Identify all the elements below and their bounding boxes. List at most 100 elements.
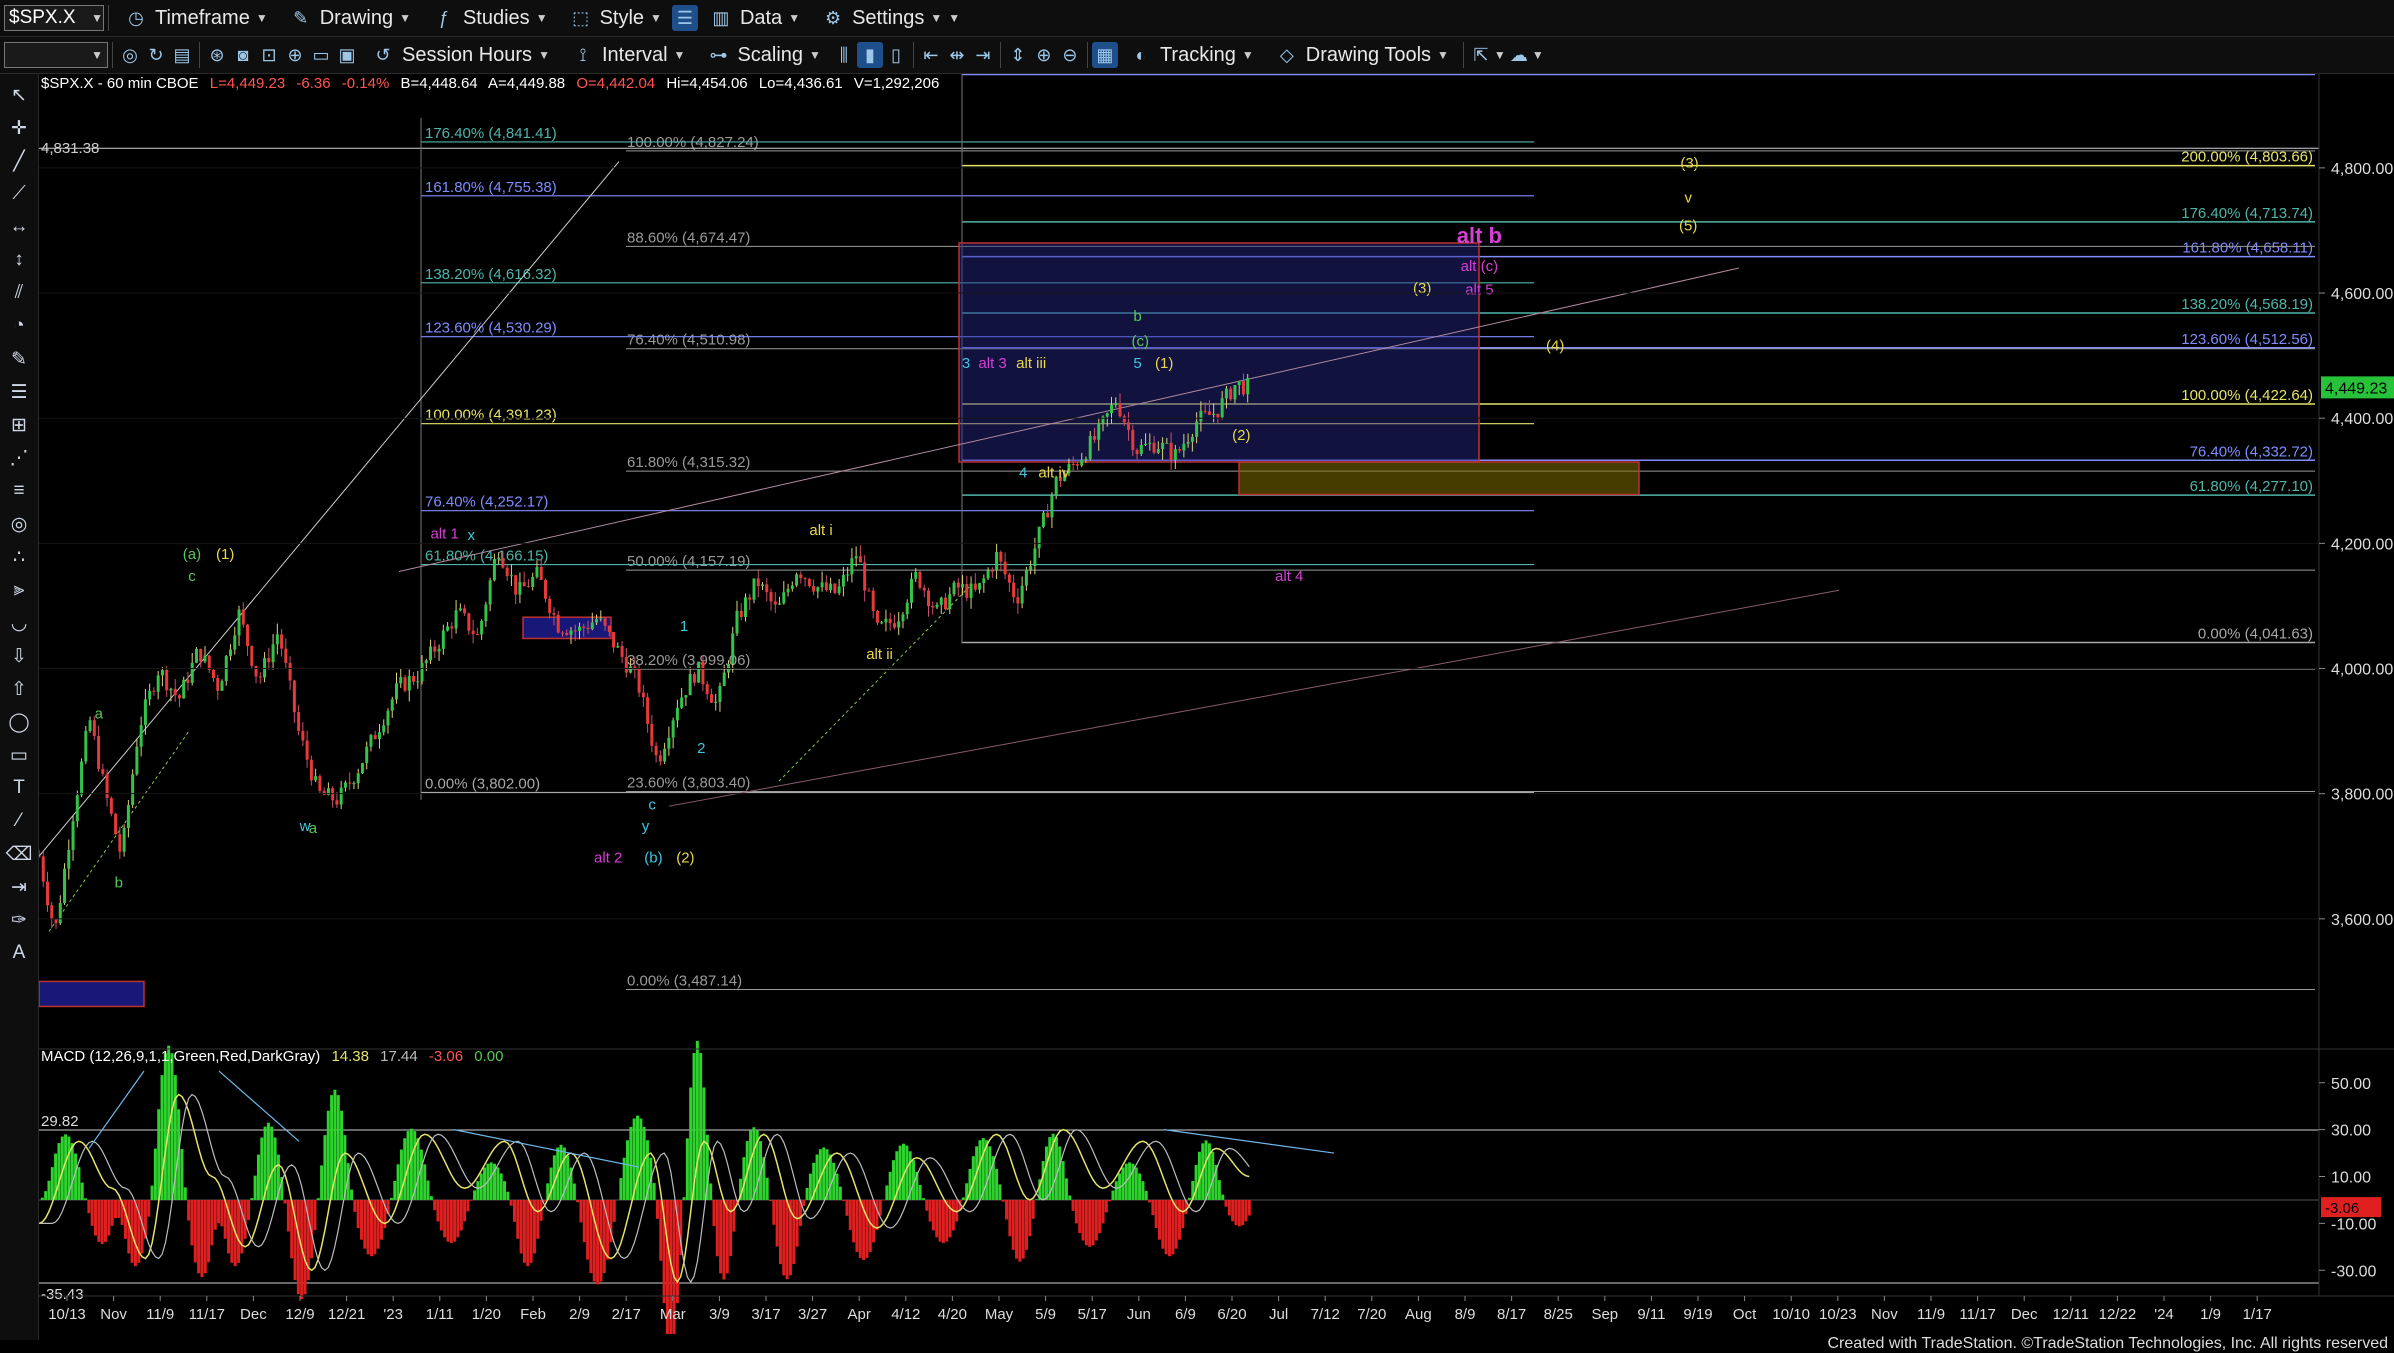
session-hours-menu[interactable]: ↺ Session Hours ▼: [360, 40, 560, 70]
text-icon[interactable]: T: [5, 773, 33, 803]
x-tick-label: 5/9: [1035, 1306, 1056, 1323]
candlestick-icon[interactable]: ▮: [856, 42, 883, 68]
candle-body: [1020, 585, 1024, 604]
fib-mid-label: 76.40% (4,510.98): [627, 332, 750, 349]
fib-extension-icon[interactable]: ⊞: [5, 410, 33, 440]
hollow-candle-icon[interactable]: ▯: [883, 42, 909, 68]
price-tick-label: 4,400.00: [2331, 411, 2393, 428]
pointer-icon[interactable]: ↖: [5, 80, 33, 110]
wave-label: 4: [1019, 465, 1027, 482]
window-icon[interactable]: ▭: [308, 42, 334, 68]
scroll-icon[interactable]: ⇹: [944, 42, 970, 68]
pencil-icon[interactable]: ✎: [5, 344, 33, 374]
zoom-out-icon[interactable]: ⊖: [1057, 42, 1083, 68]
interval-menu[interactable]: ⟟ Interval ▼: [560, 40, 695, 70]
candle-body: [114, 813, 118, 835]
price-chart[interactable]: 238.20% (4,949.21)200.00% (4,803.66)176.…: [39, 74, 2394, 1334]
timeframe-menu[interactable]: ◷ Timeframe ▼: [113, 3, 278, 33]
more-icon[interactable]: ▼: [948, 11, 960, 25]
data-menu[interactable]: ▥ Data ▼: [698, 3, 810, 33]
horizontal-line-icon[interactable]: ↔: [5, 212, 33, 242]
x-tick-label: 4/20: [938, 1306, 967, 1323]
fib-left-label: 61.80% (4,166.15): [425, 548, 548, 565]
bar-chart-icon[interactable]: ⫼: [831, 42, 857, 68]
macd-tick-label: 10.00: [2331, 1170, 2371, 1187]
arrow-tool-icon[interactable]: ⇥: [5, 872, 33, 902]
paint-icon[interactable]: ✑: [5, 905, 33, 935]
style-menu[interactable]: ⬚ Style ▼: [558, 3, 672, 33]
zoom-window-icon[interactable]: ⊕: [282, 42, 308, 68]
expand-icon[interactable]: ⇥: [970, 42, 996, 68]
zoom-in-icon[interactable]: ⊕: [1031, 42, 1057, 68]
text-box-icon[interactable]: A: [5, 938, 33, 968]
rectangle-icon[interactable]: ▭: [5, 740, 33, 770]
candle-body: [752, 578, 756, 600]
symbol-input[interactable]: $SPX.X ▼: [4, 5, 104, 31]
candle-body: [701, 661, 705, 685]
settings-label: Settings: [852, 6, 925, 29]
settings-menu[interactable]: ⚙ Settings ▼ ▼: [810, 3, 970, 33]
refresh-icon[interactable]: ↻: [143, 42, 169, 68]
grid-icon[interactable]: ▦: [1091, 42, 1118, 68]
cycle-icon[interactable]: ⊛: [204, 42, 230, 68]
share-icon[interactable]: ⇱: [1468, 42, 1494, 68]
candle-body: [722, 672, 726, 686]
ray-icon[interactable]: ⟋: [5, 179, 33, 209]
dots-icon[interactable]: ∴: [5, 542, 33, 572]
studies-menu[interactable]: ƒ Studies ▼: [421, 3, 558, 33]
high-price: Hi=4,454.06: [666, 75, 748, 92]
gann-icon[interactable]: ≡: [5, 476, 33, 506]
candle-body: [1246, 378, 1250, 395]
chevron-down-icon[interactable]: ▼: [91, 11, 103, 25]
wave-label: (1): [216, 546, 234, 563]
arc-icon[interactable]: ◡: [5, 608, 33, 638]
drawing-menu[interactable]: ✎ Drawing ▼: [278, 3, 421, 33]
ellipse-icon[interactable]: ◯: [5, 707, 33, 737]
interval-box[interactable]: ▼: [4, 42, 108, 68]
vertical-line-icon[interactable]: ↕: [5, 245, 33, 275]
chart-window-icon[interactable]: ☰: [671, 5, 698, 31]
candle-body: [75, 795, 79, 822]
candle-body: [518, 582, 522, 595]
chat-icon[interactable]: ☁: [1506, 42, 1532, 68]
candle-body: [812, 585, 816, 592]
link-icon[interactable]: ◎: [117, 42, 143, 68]
candle-body: [467, 613, 471, 631]
arrow-up-icon[interactable]: ⇧: [5, 674, 33, 704]
candle-body: [288, 662, 292, 681]
x-tick-label: 1/11: [426, 1306, 454, 1323]
x-tick-label: 12/9: [285, 1306, 314, 1323]
regression-icon[interactable]: ⫸: [5, 575, 33, 605]
brush-icon[interactable]: ⁄: [5, 806, 33, 836]
chevron-down-icon[interactable]: ▼: [1532, 48, 1544, 62]
drawing-tools-menu[interactable]: ◇ Drawing Tools ▼: [1264, 40, 1459, 70]
candle-body: [535, 566, 539, 577]
main-toolbar: $SPX.X ▼ ◷ Timeframe ▼ ✎ Drawing ▼ ƒ Stu…: [0, 0, 2394, 37]
trendline-icon[interactable]: ╱: [5, 146, 33, 176]
eraser-icon[interactable]: ⌫: [5, 839, 33, 869]
circle-target-icon[interactable]: ◎: [5, 509, 33, 539]
cycle-icon[interactable]: ◔: [5, 311, 33, 341]
fib-left-label: 76.40% (4,252.17): [425, 494, 548, 511]
candle-body: [658, 755, 662, 762]
print-icon[interactable]: ▤: [169, 42, 195, 68]
tracking-menu[interactable]: ◐ Tracking ▼: [1118, 40, 1264, 70]
channel-icon[interactable]: ⫽: [5, 278, 33, 308]
drawing-tools-label: Drawing Tools: [1305, 43, 1432, 66]
camera-icon[interactable]: ◙: [230, 42, 256, 68]
candle-body: [1224, 388, 1228, 399]
macd-level-label: 29.82: [41, 1113, 79, 1130]
candle-body: [1097, 423, 1101, 440]
arrow-down-icon[interactable]: ⇩: [5, 641, 33, 671]
lock-icon[interactable]: ⊡: [256, 42, 282, 68]
speed-lines-icon[interactable]: ⋰: [5, 443, 33, 473]
scaling-menu[interactable]: ⊶ Scaling ▼: [695, 40, 831, 70]
compress-icon[interactable]: ⇤: [918, 42, 944, 68]
chevron-down-icon[interactable]: ▼: [1494, 48, 1506, 62]
layout-icon[interactable]: ▣: [334, 42, 360, 68]
candle-body: [556, 614, 560, 633]
x-tick-label: 2/17: [612, 1306, 641, 1323]
fibonacci-icon[interactable]: ☰: [5, 377, 33, 407]
fit-icon[interactable]: ⇕: [1005, 42, 1031, 68]
crosshair-icon[interactable]: ✛: [5, 113, 33, 143]
